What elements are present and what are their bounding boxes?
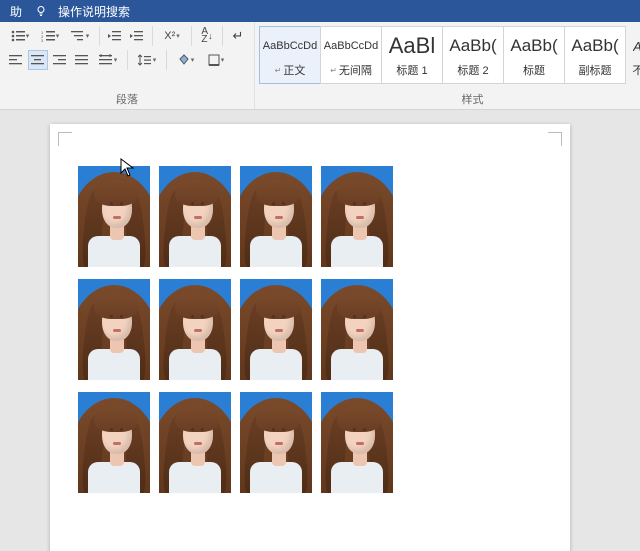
styles-group-title: 样式: [259, 89, 640, 107]
styles-gallery[interactable]: AaBbCcDd↵正文AaBbCcDd↵无间隔AaBl标题 1AaBb(标题 2…: [259, 26, 640, 84]
numbering-button[interactable]: 123▾: [36, 26, 64, 46]
id-photo[interactable]: [159, 166, 231, 267]
borders-button[interactable]: ▾: [202, 50, 230, 70]
style-item-2[interactable]: AaBl标题 1: [381, 26, 443, 84]
id-photo[interactable]: [159, 279, 231, 380]
style-item-5[interactable]: AaBb(副标题: [564, 26, 626, 84]
style-item-1[interactable]: AaBbCcDd↵无间隔: [320, 26, 382, 84]
id-photo[interactable]: [321, 279, 393, 380]
paragraph-group-title: 段落: [6, 89, 248, 107]
increase-indent-button[interactable]: [127, 26, 147, 46]
bullets-button[interactable]: ▾: [6, 26, 34, 46]
line-spacing-button[interactable]: ▾: [133, 50, 161, 70]
styles-group: AaBbCcDd↵正文AaBbCcDd↵无间隔AaBl标题 1AaBb(标题 2…: [255, 22, 640, 109]
style-item-6[interactable]: AaBb不明显: [625, 26, 640, 84]
margin-corner-tr: [548, 132, 562, 146]
id-photo[interactable]: [240, 392, 312, 493]
multilevel-list-button[interactable]: ▾: [66, 26, 94, 46]
distribute-button[interactable]: ▾: [94, 50, 122, 70]
ribbon: ▾ 123▾ ▾ X²▾: [0, 22, 640, 110]
id-photo[interactable]: [159, 392, 231, 493]
page[interactable]: [50, 124, 570, 551]
tell-me-search[interactable]: 操作说明搜索: [52, 1, 136, 22]
align-left-button[interactable]: [6, 50, 26, 70]
show-marks-button[interactable]: ↵: [228, 26, 248, 46]
paragraph-group: ▾ 123▾ ▾ X²▾: [0, 22, 255, 109]
id-photo[interactable]: [240, 166, 312, 267]
margin-corner-tl: [58, 132, 72, 146]
align-justify-button[interactable]: [72, 50, 92, 70]
style-item-0[interactable]: AaBbCcDd↵正文: [259, 26, 321, 84]
id-photo[interactable]: [78, 392, 150, 493]
sort-button[interactable]: AZ↓: [197, 26, 217, 46]
shading-button[interactable]: ▾: [172, 50, 200, 70]
style-item-3[interactable]: AaBb(标题 2: [442, 26, 504, 84]
id-photo[interactable]: [78, 279, 150, 380]
help-tab[interactable]: 助: [4, 1, 28, 22]
asian-layout-button[interactable]: X²▾: [158, 26, 186, 46]
title-bar: 助 操作说明搜索: [0, 0, 640, 22]
decrease-indent-button[interactable]: [105, 26, 125, 46]
id-photo[interactable]: [321, 392, 393, 493]
style-item-4[interactable]: AaBb(标题: [503, 26, 565, 84]
document-area[interactable]: [0, 110, 640, 551]
id-photo[interactable]: [78, 166, 150, 267]
align-right-button[interactable]: [50, 50, 70, 70]
id-photo[interactable]: [321, 166, 393, 267]
align-center-button[interactable]: [28, 50, 48, 70]
photo-grid: [78, 166, 542, 493]
id-photo[interactable]: [240, 279, 312, 380]
svg-text:3: 3: [41, 38, 44, 42]
lightbulb-icon: [34, 4, 48, 18]
